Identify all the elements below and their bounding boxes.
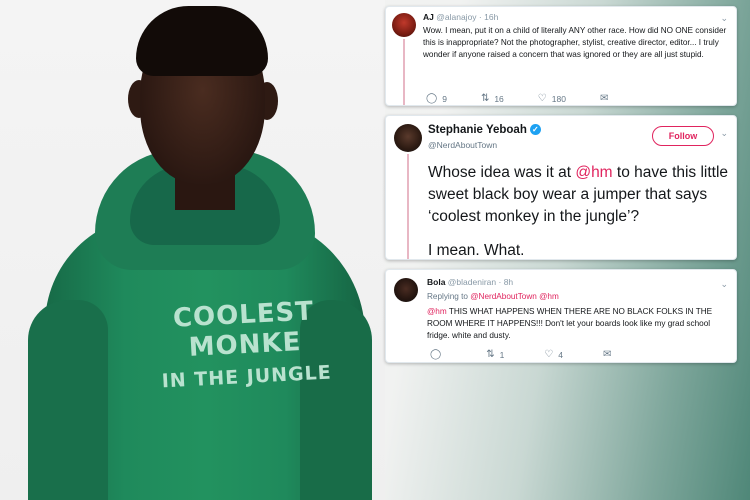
tweet-header: Bola @bladeniran · 8h <box>427 277 513 287</box>
avatar[interactable] <box>394 124 422 152</box>
avatar[interactable] <box>392 13 416 37</box>
verified-badge-icon: ✓ <box>529 124 541 135</box>
like-count: 180 <box>551 93 566 104</box>
retweet-icon: ⇅ <box>480 93 490 104</box>
like-button[interactable]: ♡ 4 <box>544 349 563 360</box>
replying-label: Replying to <box>427 292 471 301</box>
sweatshirt-print: COOLEST MONKE IN THE JUNGLE <box>148 295 342 393</box>
tweet-header: AJ @alanajoy · 16h <box>423 12 498 22</box>
replying-to-links[interactable]: @NerdAboutTown @hm <box>470 292 559 301</box>
envelope-icon: ✉ <box>599 93 609 104</box>
mention-link[interactable]: @hm <box>427 307 447 316</box>
author-name-text: Stephanie Yeboah <box>428 124 527 136</box>
tweet-text: @hm THIS WHAT HAPPENS WHEN THERE ARE NO … <box>427 306 727 342</box>
retweet-count: 1 <box>499 349 505 360</box>
heart-icon: ♡ <box>544 349 554 360</box>
tweet-card-stephanie[interactable]: Stephanie Yeboah ✓ @NerdAboutTown Follow … <box>385 115 737 260</box>
tweet-card-aj[interactable]: AJ @alanajoy · 16h ⌄ Wow. I mean, put it… <box>385 6 737 106</box>
reply-icon: ◯ <box>430 349 442 360</box>
author-handle[interactable]: @bladeniran <box>448 277 496 287</box>
tweet-actions: ◯ ⇅ 1 ♡ 4 ✉ <box>430 349 656 360</box>
left-arm-sleeve <box>28 300 108 500</box>
reply-count: 9 <box>442 93 447 104</box>
reply-button[interactable]: ◯ <box>430 349 446 360</box>
like-button[interactable]: ♡ 180 <box>538 93 566 104</box>
heart-icon: ♡ <box>537 93 547 104</box>
tweet-card-bola[interactable]: Bola @bladeniran · 8h ⌄ Replying to @Ner… <box>385 269 737 363</box>
chevron-down-icon[interactable]: ⌄ <box>720 128 728 139</box>
avatar[interactable] <box>394 278 418 302</box>
follow-button[interactable]: Follow <box>652 126 714 146</box>
thread-line <box>407 154 409 259</box>
sweatshirt-line-1: COOLEST MONKE <box>172 296 315 363</box>
mention-link[interactable]: @hm <box>575 164 612 181</box>
hoodie-photo: COOLEST MONKE IN THE JUNGLE <box>0 0 385 500</box>
retweet-button[interactable]: ⇅ 16 <box>481 93 504 104</box>
tweet-time[interactable]: · 16h <box>479 12 498 22</box>
thread-line <box>403 39 405 105</box>
tweet-time[interactable]: · 8h <box>499 277 514 287</box>
author-handle[interactable]: @alanajoy <box>436 12 476 22</box>
dm-button[interactable]: ✉ <box>603 349 616 360</box>
chevron-down-icon[interactable]: ⌄ <box>720 13 728 24</box>
tweet-text-part-1: Whose idea was it at <box>428 164 576 181</box>
envelope-icon: ✉ <box>603 349 612 360</box>
tweet-text: Wow. I mean, put it on a child of litera… <box>423 26 727 59</box>
author-name[interactable]: AJ <box>423 12 434 22</box>
tweet-actions: ◯ 9 ⇅ 16 ♡ 180 ✉ <box>426 93 647 104</box>
author-name[interactable]: Bola <box>427 277 445 287</box>
author-name[interactable]: Stephanie Yeboah ✓ <box>428 124 541 136</box>
chevron-down-icon[interactable]: ⌄ <box>720 279 728 290</box>
tweet-text-body: THIS WHAT HAPPENS WHEN THERE ARE NO BLAC… <box>427 307 713 340</box>
dm-button[interactable]: ✉ <box>600 93 613 104</box>
author-handle[interactable]: @NerdAboutTown <box>428 140 497 150</box>
retweet-button[interactable]: ⇅ 1 <box>486 349 504 360</box>
tweet-text: Whose idea was it at @hm to have this li… <box>428 162 733 262</box>
reply-icon: ◯ <box>426 93 438 104</box>
replying-to: Replying to @NerdAboutTown @hm <box>427 292 559 301</box>
retweet-count: 16 <box>494 93 504 104</box>
tweet-text-part-3: I mean. What. <box>428 242 525 259</box>
reply-button[interactable]: ◯ 9 <box>426 93 447 104</box>
like-count: 4 <box>558 349 564 360</box>
retweet-icon: ⇅ <box>486 349 495 360</box>
hair <box>136 6 268 76</box>
